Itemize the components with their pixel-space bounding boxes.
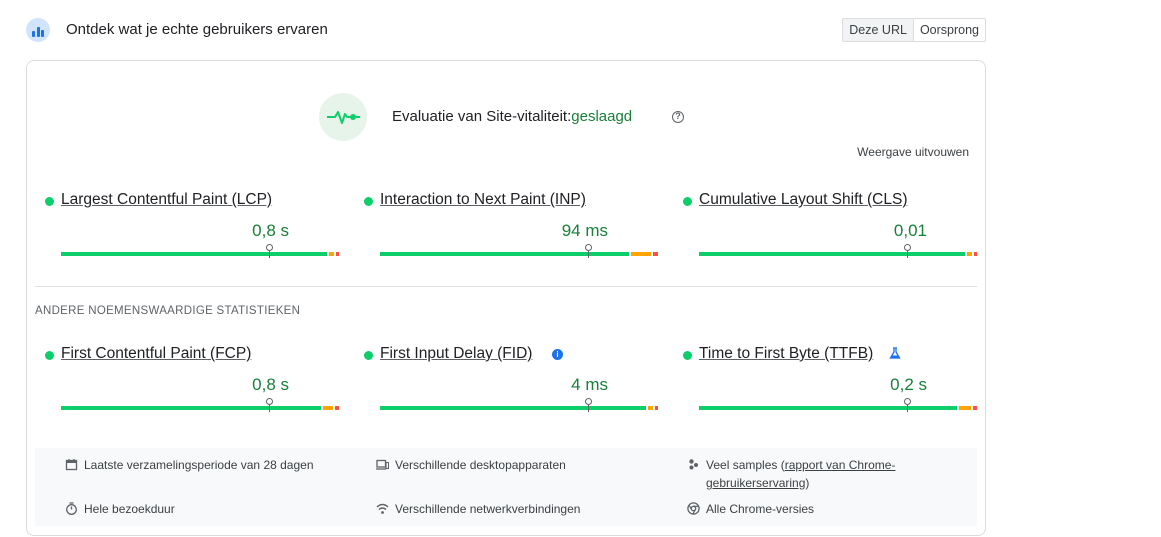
p75-marker-line — [906, 404, 908, 412]
p75-marker-line — [587, 250, 589, 258]
metric-name-link[interactable]: Time to First Byte (TTFB) — [699, 345, 873, 363]
section-divider — [35, 286, 977, 287]
assessment-status: geslaagd — [571, 108, 633, 125]
metric-inp: Interaction to Next Paint (INP) 94 ms — [364, 191, 658, 261]
url-origin-toggle: Deze URL Oorsprong — [842, 18, 986, 42]
users-icon — [689, 459, 698, 470]
p75-marker-line — [268, 404, 270, 412]
field-data-card: Evaluatie van Site-vitaliteit:geslaagd ?… — [26, 60, 986, 536]
samples-suffix: ) — [805, 476, 810, 490]
poor-segment — [334, 406, 339, 410]
devices-info-text: Verschillende desktopapparaten — [395, 458, 566, 472]
metric-name-link[interactable]: Interaction to Next Paint (INP) — [380, 191, 586, 209]
other-metrics-heading: ANDERE NOEMENSWAARDIGE STATISTIEKEN — [35, 305, 301, 317]
expand-view-button[interactable]: Weergave uitvouwen — [857, 145, 969, 159]
good-segment — [61, 406, 322, 410]
stopwatch-icon — [66, 502, 77, 515]
collection-info-panel: Laatste verzamelingsperiode van 28 dagen… — [35, 448, 977, 526]
metric-value: 0,8 s — [252, 375, 289, 394]
desktop-device-icon — [376, 459, 389, 470]
good-segment — [699, 406, 957, 410]
info-icon[interactable]: i — [552, 349, 563, 360]
crux-logo-icon — [26, 18, 50, 42]
metric-name-link[interactable]: Largest Contentful Paint (LCP) — [61, 191, 272, 209]
samples-info-text: Veel samples (rapport van Chrome-gebruik… — [706, 456, 946, 492]
calendar-icon — [65, 459, 78, 471]
good-segment — [380, 406, 646, 410]
this-url-tab[interactable]: Deze URL — [843, 19, 914, 41]
good-segment — [380, 252, 630, 256]
metric-lcp: Largest Contentful Paint (LCP) 0,8 s — [45, 191, 339, 261]
needs-improvement-segment — [323, 406, 333, 410]
metric-value: 0,8 s — [252, 221, 289, 240]
metric-fid: First Input Delay (FID) i 4 ms — [364, 345, 658, 415]
metric-name-link[interactable]: Cumulative Layout Shift (CLS) — [699, 191, 907, 209]
status-good-dot — [45, 351, 54, 360]
page-header: Ontdek wat je echte gebruikers ervaren D… — [26, 18, 986, 44]
status-good-dot — [364, 197, 373, 206]
good-segment — [61, 252, 327, 256]
distribution-bar — [61, 252, 339, 256]
status-good-dot — [45, 197, 54, 206]
network-info-text: Verschillende netwerkverbindingen — [395, 502, 581, 516]
needs-improvement-segment — [631, 252, 651, 256]
status-good-dot — [364, 351, 373, 360]
metric-value: 0,01 — [893, 221, 927, 240]
poor-segment — [336, 252, 339, 256]
metric-name-link[interactable]: First Input Delay (FID) — [380, 345, 532, 363]
poor-segment — [655, 406, 658, 410]
needs-improvement-segment — [966, 252, 973, 256]
wifi-icon — [376, 503, 389, 514]
metric-ttfb: Time to First Byte (TTFB) 0,2 s — [683, 345, 977, 415]
distribution-bar — [61, 406, 339, 410]
poor-segment — [652, 252, 658, 256]
needs-improvement-segment — [647, 406, 654, 410]
poor-segment — [974, 252, 977, 256]
assessment-label: Evaluatie van Site-vitaliteit:geslaagd — [392, 108, 632, 125]
poor-segment — [972, 406, 977, 410]
collection-period-text: Laatste verzamelingsperiode van 28 dagen — [84, 458, 314, 472]
distribution-bar — [699, 406, 977, 410]
chrome-versions-text: Alle Chrome-versies — [706, 502, 815, 516]
page-title: Ontdek wat je echte gebruikers ervaren — [66, 21, 328, 38]
needs-improvement-segment — [328, 252, 335, 256]
metric-cls: Cumulative Layout Shift (CLS) 0,01 — [683, 191, 977, 261]
metric-fcp: First Contentful Paint (FCP) 0,8 s — [45, 345, 339, 415]
visit-duration-text: Hele bezoekduur — [84, 502, 175, 516]
p75-marker-line — [268, 250, 270, 258]
metric-value: 94 ms — [561, 221, 608, 240]
status-good-dot — [683, 351, 692, 360]
samples-prefix: Veel samples ( — [706, 458, 785, 472]
p75-marker-line — [587, 404, 589, 412]
vitals-pulse-icon — [319, 93, 367, 141]
origin-tab[interactable]: Oorsprong — [914, 19, 985, 41]
metric-value: 0,2 s — [890, 375, 927, 394]
p75-marker-line — [906, 250, 908, 258]
status-good-dot — [683, 197, 692, 206]
good-segment — [699, 252, 965, 256]
distribution-bar — [380, 252, 658, 256]
needs-improvement-segment — [958, 406, 971, 410]
distribution-bar — [380, 406, 658, 410]
distribution-bar — [699, 252, 977, 256]
assessment-text: Evaluatie van Site-vitaliteit: — [392, 108, 572, 125]
metric-value: 4 ms — [571, 375, 608, 394]
chrome-icon — [687, 502, 700, 515]
metric-name-link[interactable]: First Contentful Paint (FCP) — [61, 345, 251, 363]
experimental-flask-icon — [889, 347, 901, 359]
help-icon[interactable]: ? — [672, 111, 684, 123]
